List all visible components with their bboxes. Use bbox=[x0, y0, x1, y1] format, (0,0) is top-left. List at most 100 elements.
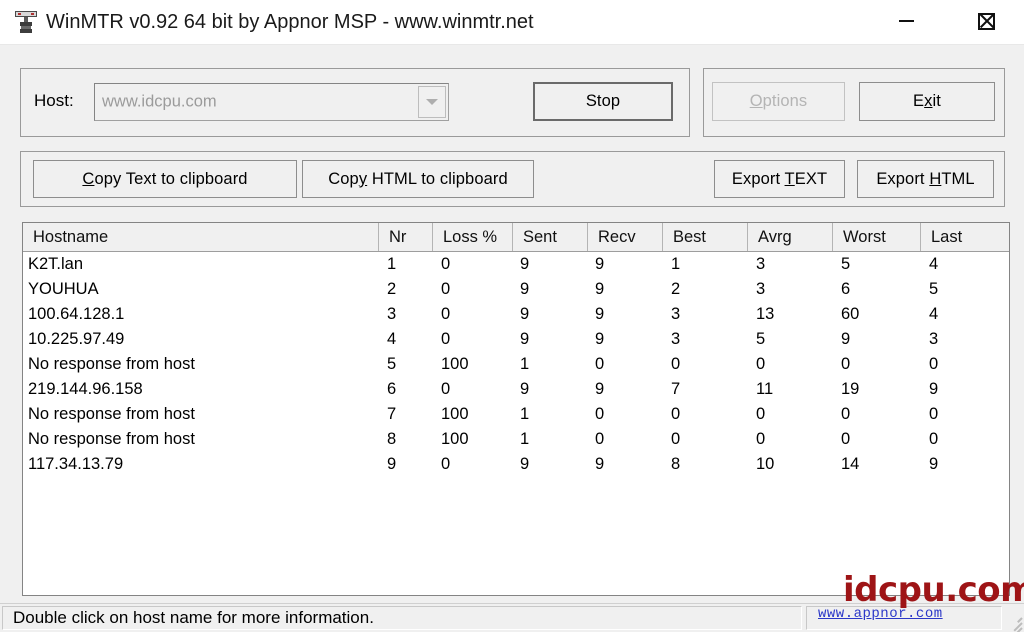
column-header-last[interactable]: Last bbox=[921, 223, 1009, 251]
table-row[interactable]: K2T.lan 1 0 9 9 1 3 5 4 bbox=[23, 252, 1009, 277]
resize-grip[interactable] bbox=[1004, 613, 1023, 632]
cell-worst: 14 bbox=[841, 455, 860, 473]
cell-best: 2 bbox=[671, 280, 681, 298]
cell-loss: 0 bbox=[441, 305, 451, 323]
table-row[interactable]: 117.34.13.79 9 0 9 9 8 10 14 9 bbox=[23, 452, 1009, 477]
cell-last: 9 bbox=[929, 380, 939, 398]
options-button[interactable]: Options bbox=[712, 82, 845, 121]
cell-sent: 1 bbox=[520, 405, 530, 423]
host-input[interactable]: www.idcpu.com bbox=[94, 83, 449, 121]
cell-sent: 9 bbox=[520, 280, 530, 298]
cell-best: 0 bbox=[671, 430, 681, 448]
cell-avrg: 3 bbox=[756, 255, 766, 273]
export-html-button-label: Export HTML bbox=[876, 169, 975, 188]
close-button[interactable] bbox=[963, 0, 1009, 42]
cell-best: 0 bbox=[671, 355, 681, 373]
cell-recv: 9 bbox=[595, 380, 605, 398]
cell-last: 4 bbox=[929, 305, 939, 323]
exit-accel: x bbox=[924, 92, 933, 110]
cell-nr: 5 bbox=[387, 355, 397, 373]
minimize-button[interactable] bbox=[883, 0, 929, 42]
cell-recv: 9 bbox=[595, 330, 605, 348]
column-header-best[interactable]: Best bbox=[663, 223, 748, 251]
cell-avrg: 11 bbox=[756, 380, 774, 398]
column-header-worst[interactable]: Worst bbox=[833, 223, 921, 251]
copy-html-button-label: Copy HTML to clipboard bbox=[328, 169, 508, 188]
exit-button[interactable]: Exit bbox=[859, 82, 995, 121]
export-text-button[interactable]: Export TEXT bbox=[714, 160, 845, 198]
cell-nr: 6 bbox=[387, 380, 397, 398]
cell-avrg: 0 bbox=[756, 405, 766, 423]
cell-hostname: K2T.lan bbox=[28, 255, 84, 273]
host-group: Host: www.idcpu.com Stop bbox=[20, 68, 690, 137]
column-header-hostname[interactable]: Hostname bbox=[23, 223, 379, 251]
cell-sent: 1 bbox=[520, 430, 530, 448]
column-header-avrg[interactable]: Avrg bbox=[748, 223, 833, 251]
cell-last: 0 bbox=[929, 405, 939, 423]
export-text-button-label: Export TEXT bbox=[731, 169, 828, 188]
table-row[interactable]: YOUHUA 2 0 9 9 2 3 6 5 bbox=[23, 277, 1009, 302]
actions-group: Options Exit bbox=[703, 68, 1005, 137]
cell-best: 3 bbox=[671, 305, 681, 323]
cell-loss: 0 bbox=[441, 255, 451, 273]
column-header-nr[interactable]: Nr bbox=[379, 223, 433, 251]
cell-recv: 0 bbox=[595, 355, 605, 373]
copy-text-accel: C bbox=[82, 169, 95, 188]
cell-recv: 9 bbox=[595, 305, 605, 323]
table-row[interactable]: No response from host 7 100 1 0 0 0 0 0 bbox=[23, 402, 1009, 427]
toolbar-group: Copy Text to clipboard Copy HTML to clip… bbox=[20, 151, 1005, 207]
cell-hostname: No response from host bbox=[28, 430, 195, 448]
cell-recv: 0 bbox=[595, 405, 605, 423]
cell-recv: 9 bbox=[595, 455, 605, 473]
cell-loss: 100 bbox=[441, 430, 469, 448]
cell-sent: 9 bbox=[520, 380, 530, 398]
cell-avrg: 13 bbox=[756, 305, 775, 323]
cell-nr: 3 bbox=[387, 305, 397, 323]
window-title: WinMTR v0.92 64 bit by Appnor MSP - www.… bbox=[46, 11, 534, 33]
table-body: K2T.lan 1 0 9 9 1 3 5 4 YOUHUA 2 0 9 9 2 3 6 5 100.64.128.… bbox=[23, 252, 1009, 595]
copy-html-button[interactable]: Copy HTML to clipboard bbox=[302, 160, 534, 198]
cell-last: 0 bbox=[929, 430, 939, 448]
cell-worst: 6 bbox=[841, 280, 851, 298]
cell-best: 1 bbox=[671, 255, 681, 273]
chevron-down-icon[interactable] bbox=[418, 86, 446, 118]
copy-text-button[interactable]: Copy Text to clipboard bbox=[33, 160, 297, 198]
cell-recv: 0 bbox=[595, 430, 605, 448]
cell-avrg: 10 bbox=[756, 455, 775, 473]
table-header-row: Hostname Nr Loss % Sent Recv Best Avrg W… bbox=[23, 223, 1009, 252]
export-html-accel: H bbox=[929, 169, 942, 188]
table-row[interactable]: 10.225.97.49 4 0 9 9 3 5 9 3 bbox=[23, 327, 1009, 352]
column-header-recv[interactable]: Recv bbox=[588, 223, 663, 251]
hops-table[interactable]: Hostname Nr Loss % Sent Recv Best Avrg W… bbox=[22, 222, 1010, 596]
copy-text-button-label: Copy Text to clipboard bbox=[82, 169, 248, 188]
cell-last: 9 bbox=[929, 455, 939, 473]
table-row[interactable]: 219.144.96.158 6 0 9 9 7 11 19 9 bbox=[23, 377, 1009, 402]
status-hint: Double click on host name for more infor… bbox=[13, 608, 374, 627]
winmtr-window: WinMTR v0.92 64 bit by Appnor MSP - www.… bbox=[0, 0, 1024, 632]
export-html-button[interactable]: Export HTML bbox=[857, 160, 994, 198]
cell-recv: 9 bbox=[595, 255, 605, 273]
options-button-label: Options bbox=[749, 92, 808, 110]
cell-last: 0 bbox=[929, 355, 939, 373]
cell-hostname: 100.64.128.1 bbox=[28, 305, 125, 323]
cell-sent: 1 bbox=[520, 355, 530, 373]
cell-best: 7 bbox=[671, 380, 681, 398]
cell-last: 5 bbox=[929, 280, 939, 298]
stop-button[interactable]: Stop bbox=[533, 82, 673, 121]
status-hint-pane: Double click on host name for more infor… bbox=[2, 606, 802, 630]
cell-avrg: 3 bbox=[756, 280, 766, 298]
table-row[interactable]: No response from host 8 100 1 0 0 0 0 0 bbox=[23, 427, 1009, 452]
column-header-loss[interactable]: Loss % bbox=[433, 223, 513, 251]
table-row[interactable]: 100.64.128.1 3 0 9 9 3 13 60 4 bbox=[23, 302, 1009, 327]
cell-loss: 0 bbox=[441, 455, 451, 473]
cell-worst: 5 bbox=[841, 255, 851, 273]
host-label: Host: bbox=[34, 91, 74, 110]
table-row[interactable]: No response from host 5 100 1 0 0 0 0 0 bbox=[23, 352, 1009, 377]
cell-best: 0 bbox=[671, 405, 681, 423]
cell-nr: 1 bbox=[387, 255, 397, 273]
cell-nr: 9 bbox=[387, 455, 397, 473]
column-header-sent[interactable]: Sent bbox=[513, 223, 588, 251]
cell-worst: 60 bbox=[841, 305, 860, 323]
antenna-icon bbox=[15, 11, 37, 33]
cell-last: 3 bbox=[929, 330, 939, 348]
